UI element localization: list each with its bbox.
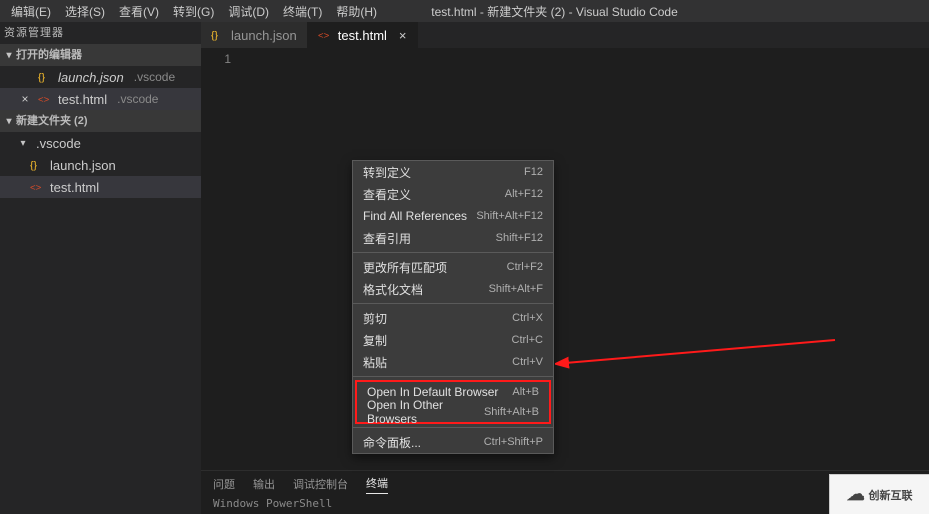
file-label: test.html — [58, 92, 107, 107]
menu-debug[interactable]: 调试(D) — [221, 3, 276, 20]
cm-format-document[interactable]: 格式化文档Shift+Alt+F — [353, 278, 553, 300]
open-editor-item[interactable]: × <> test.html .vscode — [0, 88, 201, 110]
panel-tab-terminal[interactable]: 终端 — [366, 475, 388, 494]
html-icon: <> — [30, 180, 44, 194]
cm-change-all-occurrences[interactable]: 更改所有匹配项Ctrl+F2 — [353, 256, 553, 278]
cm-peek-definition[interactable]: 查看定义Alt+F12 — [353, 183, 553, 205]
menu-terminal[interactable]: 终端(T) — [276, 3, 329, 20]
separator — [353, 303, 553, 304]
folder-item[interactable]: ▾ .vscode — [0, 132, 201, 154]
cm-paste[interactable]: 粘贴Ctrl+V — [353, 351, 553, 373]
chevron-down-icon: ▾ — [18, 138, 28, 149]
json-icon: {} — [211, 28, 225, 42]
editor-tabs: {} launch.json <> test.html × — [201, 22, 929, 48]
separator — [353, 427, 553, 428]
bottom-panel: 问题 输出 调试控制台 终端 Windows PowerShell — [201, 470, 929, 514]
panel-tabs: 问题 输出 调试控制台 终端 — [201, 471, 929, 497]
editor-body[interactable]: 1 — [201, 48, 929, 470]
cm-cut[interactable]: 剪切Ctrl+X — [353, 307, 553, 329]
line-gutter: 1 — [201, 48, 249, 470]
cm-open-other-browsers[interactable]: Open In Other BrowsersShift+Alt+B — [357, 402, 549, 422]
cm-goto-definition[interactable]: 转到定义F12 — [353, 161, 553, 183]
tab-label: test.html — [338, 28, 387, 43]
cm-peek-references[interactable]: 查看引用Shift+F12 — [353, 227, 553, 249]
file-label: launch.json — [50, 158, 116, 173]
annotation-highlight-box: Open In Default BrowserAlt+B Open In Oth… — [355, 380, 551, 424]
menu-select[interactable]: 选择(S) — [58, 3, 112, 20]
explorer-title: 资源管理器 — [0, 22, 201, 44]
file-item[interactable]: <> test.html — [0, 176, 201, 198]
terminal-line: Windows PowerShell — [201, 497, 929, 510]
separator — [353, 252, 553, 253]
watermark: ☁ 创新互联 — [829, 474, 929, 514]
separator — [353, 376, 553, 377]
code-area[interactable] — [249, 48, 929, 470]
open-editors-header[interactable]: ▾打开的编辑器 — [0, 44, 201, 66]
menu-view[interactable]: 查看(V) — [112, 3, 166, 20]
tab-test-html[interactable]: <> test.html × — [308, 22, 418, 48]
file-label: launch.json — [58, 70, 124, 85]
editor-area: {} launch.json <> test.html × 1 问题 输出 调试… — [201, 22, 929, 514]
tab-label: launch.json — [231, 28, 297, 43]
cm-copy[interactable]: 复制Ctrl+C — [353, 329, 553, 351]
close-icon[interactable]: × — [18, 92, 32, 106]
folder-root-header[interactable]: ▾新建文件夹 (2) — [0, 110, 201, 132]
folder-label: .vscode — [36, 136, 81, 151]
html-icon: <> — [38, 92, 52, 106]
svg-text:{}: {} — [30, 160, 38, 172]
svg-text:<>: <> — [38, 95, 50, 106]
line-number: 1 — [201, 52, 231, 66]
file-path: .vscode — [134, 70, 175, 84]
tab-launch-json[interactable]: {} launch.json — [201, 22, 308, 48]
panel-tab-debug-console[interactable]: 调试控制台 — [293, 476, 348, 492]
file-label: test.html — [50, 180, 99, 195]
watermark-logo-icon: ☁ — [847, 484, 865, 505]
chevron-down-icon: ▾ — [4, 45, 14, 67]
cm-find-all-references[interactable]: Find All ReferencesShift+Alt+F12 — [353, 205, 553, 227]
cm-command-palette[interactable]: 命令面板...Ctrl+Shift+P — [353, 431, 553, 453]
panel-tab-output[interactable]: 输出 — [253, 476, 275, 492]
svg-text:<>: <> — [30, 183, 42, 194]
file-path: .vscode — [117, 92, 158, 106]
menubar: 编辑(E) 选择(S) 查看(V) 转到(G) 调试(D) 终端(T) 帮助(H… — [0, 0, 929, 22]
sidebar: 资源管理器 ▾打开的编辑器 {} launch.json .vscode × <… — [0, 22, 201, 514]
watermark-text: 创新互联 — [869, 487, 913, 503]
close-icon[interactable]: × — [399, 28, 407, 43]
svg-text:{}: {} — [38, 72, 46, 84]
svg-text:{}: {} — [211, 30, 219, 42]
json-icon: {} — [38, 70, 52, 84]
html-icon: <> — [318, 28, 332, 42]
panel-tab-problems[interactable]: 问题 — [213, 476, 235, 492]
svg-text:<>: <> — [318, 31, 330, 42]
file-item[interactable]: {} launch.json — [0, 154, 201, 176]
json-icon: {} — [30, 158, 44, 172]
open-editor-item[interactable]: {} launch.json .vscode — [0, 66, 201, 88]
window-title: test.html - 新建文件夹 (2) - Visual Studio Co… — [384, 3, 725, 20]
menu-help[interactable]: 帮助(H) — [329, 3, 384, 20]
chevron-down-icon: ▾ — [4, 111, 14, 133]
menu-go[interactable]: 转到(G) — [166, 3, 221, 20]
menu-edit[interactable]: 编辑(E) — [4, 3, 58, 20]
context-menu: 转到定义F12 查看定义Alt+F12 Find All ReferencesS… — [352, 160, 554, 454]
